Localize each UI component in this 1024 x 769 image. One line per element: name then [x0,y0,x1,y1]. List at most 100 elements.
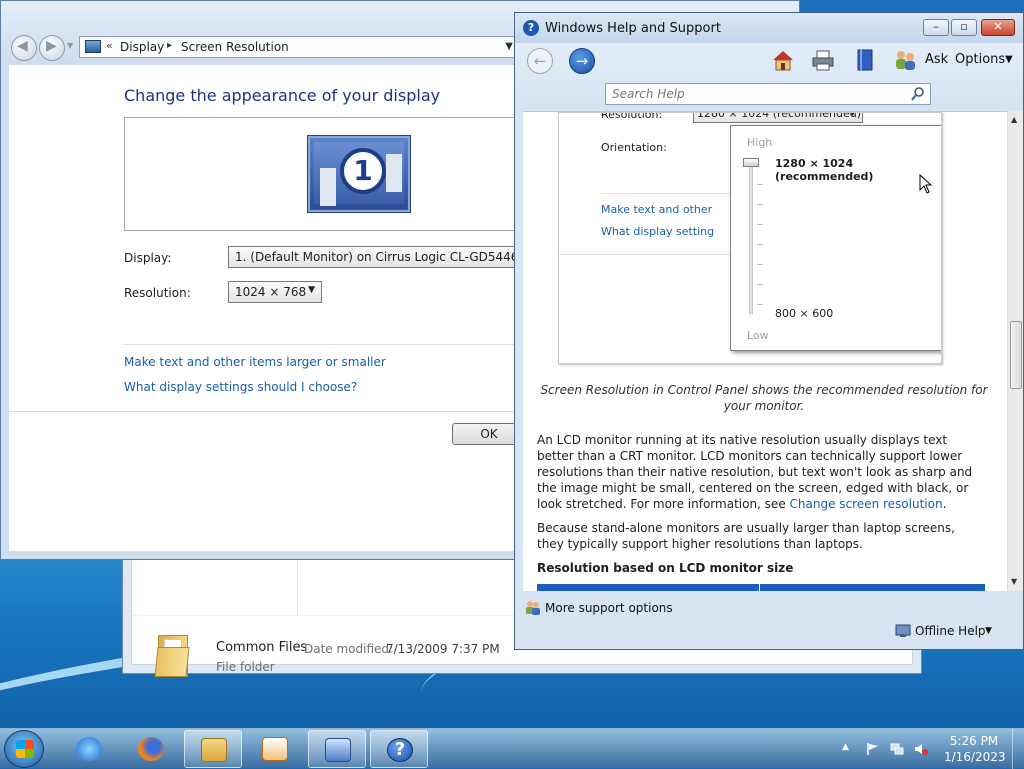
ask-icon[interactable] [893,48,917,72]
volume-muted-icon[interactable] [914,742,928,756]
chevron-down-icon: ▼ [308,285,315,295]
display-select[interactable]: 1. (Default Monitor) on Cirrus Logic CL-… [228,246,518,268]
scroll-up-icon[interactable]: ▲ [1011,115,1017,124]
display-label: Display: [124,251,172,265]
slider-top-value: 1280 × 1024 (recommended) [775,157,874,183]
page-title: Change the appearance of your display [124,86,441,105]
shot-orientation-label: Orientation: [601,141,667,154]
firefox-icon [138,737,164,761]
table-divider [759,584,760,591]
taskbar-windows-explorer[interactable] [184,730,242,768]
slider-bottom-value: 800 × 600 [775,307,834,320]
search-input[interactable]: Search Help [605,83,931,105]
windows-logo-icon [16,740,34,758]
clock-date[interactable]: 1/16/2023 [944,750,1006,764]
help-titlebar[interactable]: ? Windows Help and Support – ▫ ✕ [515,13,1023,43]
change-resolution-link[interactable]: Change screen resolution [790,497,943,511]
scrollbar-thumb[interactable] [1010,321,1022,389]
slider-high-label: High [747,136,773,149]
help-article: Resolution: 1280 × 1024 (recommended) ▼ … [523,111,1007,591]
search-icon[interactable] [910,86,926,102]
search-placeholder: Search Help [612,87,685,101]
file-name[interactable]: Common Files [216,640,307,655]
media-player-icon [262,737,288,761]
help-toolbar: ← → Ask Options ▼ Search Help [515,43,1023,109]
article-paragraph-1: An LCD monitor running at its native res… [537,433,973,511]
breadcrumb-screen-resolution[interactable]: Screen Resolution [181,40,289,54]
link-display-settings[interactable]: What display settings should I choose? [124,380,357,394]
more-support-options-link[interactable]: More support options [545,601,673,615]
address-bar[interactable]: « Display ▸ Screen Resolution ▼ [79,36,519,58]
taskbar: ? ▲ 5:26 PM 1/16/2023 [0,728,1024,769]
help-icon: ? [523,20,539,36]
offline-help-button[interactable]: Offline Help [915,624,986,638]
taskbar-internet-explorer[interactable] [60,730,118,768]
control-panel-icon [325,738,351,762]
shot-link-text-size: Make text and other [601,203,713,216]
clock-time[interactable]: 5:26 PM [944,734,1004,748]
scrollbar[interactable]: ▲ ▼ [1007,111,1023,591]
slider-track [749,164,753,314]
column-divider [297,560,298,616]
taskbar-media-player[interactable] [246,730,304,768]
ask-button[interactable]: Ask [925,52,948,67]
taskbar-help-and-support[interactable]: ? [370,730,428,768]
shot-resolution-label: Resolution: [601,112,663,121]
maximize-button[interactable]: ▫ [951,19,977,36]
monitor-number: 1 [340,148,386,194]
chevron-down-icon: ▼ [849,112,856,118]
control-panel-icon [85,40,101,53]
offline-monitor-icon [895,624,911,637]
screenshot-caption: Screen Resolution in Control Panel shows… [540,383,988,413]
back-arrow-icon[interactable]: ← [527,48,553,74]
support-people-icon [526,601,540,615]
resolution-select[interactable]: 1024 × 768 ▼ [228,281,322,303]
help-icon: ? [387,738,413,762]
scroll-down-icon[interactable]: ▼ [1011,577,1017,586]
resolution-value: 1024 × 768 [235,285,307,299]
taskbar-firefox[interactable] [122,730,180,768]
folder-icon [201,738,227,762]
resolution-slider-popup: High 1280 × 1024 (recommended) 800 × 600… [730,125,941,351]
resolution-label: Resolution: [124,286,191,300]
article-screenshot: Resolution: 1280 × 1024 (recommended) ▼ … [558,112,942,364]
monitor-icon[interactable]: 1 [308,136,410,212]
section-heading: Resolution based on LCD monitor size [537,561,794,575]
print-icon[interactable] [811,48,835,72]
options-button[interactable]: Options [955,52,1005,67]
options-dropdown-icon[interactable]: ▼ [1005,54,1013,65]
divider [124,344,516,345]
breadcrumb-overflow-icon[interactable]: « [106,39,113,52]
minimize-button[interactable]: – [923,19,949,36]
network-icon[interactable] [890,742,904,756]
shot-resolution-select: 1280 × 1024 (recommended) ▼ [693,112,863,123]
forward-arrow-icon: ▶ [46,38,57,54]
offline-help-dropdown-icon[interactable]: ▼ [985,626,992,636]
breadcrumb-display[interactable]: Display [120,40,164,54]
window-title: Windows Help and Support [545,21,721,36]
home-icon[interactable] [771,48,795,72]
breadcrumb-separator-icon[interactable]: ▸ [167,40,172,51]
browse-help-icon[interactable] [853,48,877,72]
divider [9,411,516,412]
file-type: File folder [216,660,275,674]
folder-icon [154,635,190,677]
recent-pages-dropdown-icon[interactable]: ▼ [67,41,73,50]
address-dropdown-icon[interactable]: ▼ [505,41,513,52]
close-button[interactable]: ✕ [981,19,1015,36]
shot-link-settings: What display setting [601,225,715,238]
table-header [537,584,985,591]
slider-thumb [743,158,759,167]
date-modified-value: 7/13/2009 7:37 PM [386,642,500,656]
show-desktop-button[interactable] [1012,729,1024,769]
monitor-preview: 1 [124,117,544,231]
action-center-flag-icon[interactable] [866,742,880,756]
start-button[interactable] [4,730,44,768]
forward-arrow-icon[interactable]: → [569,48,595,74]
link-text-size[interactable]: Make text and other items larger or smal… [124,355,386,369]
back-arrow-icon: ◀ [17,38,28,54]
help-window: ? Windows Help and Support – ▫ ✕ ← → Ask… [514,12,1024,650]
taskbar-control-panel[interactable] [308,730,366,768]
show-hidden-icons-button[interactable]: ▲ [842,742,849,752]
date-modified-label: Date modified: [304,642,394,656]
